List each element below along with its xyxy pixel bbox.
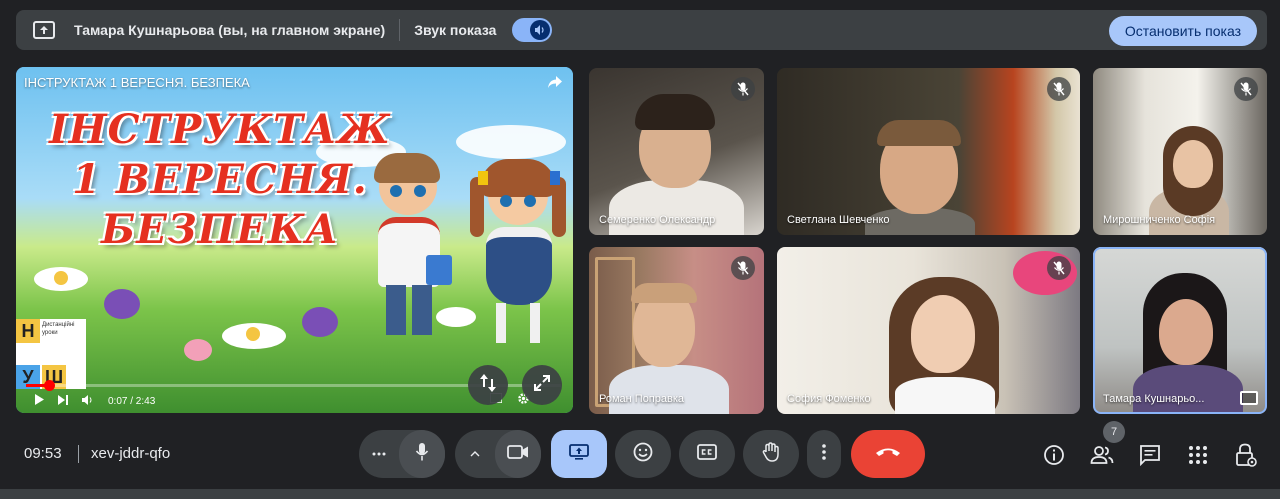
participant-name: Светлана Шевченко [787, 214, 890, 226]
participant-face [1173, 140, 1213, 188]
meeting-clock: 09:53 [24, 445, 62, 462]
emoji-button[interactable] [615, 430, 671, 478]
camera-button[interactable] [495, 430, 541, 478]
raise-hand-button[interactable] [743, 430, 799, 478]
flower-shape [436, 307, 476, 327]
mic-off-icon [731, 256, 755, 280]
participant-name: Роман Поправка [599, 393, 685, 405]
girl-illustration [470, 159, 568, 347]
video-controls: 0:07 / 2:43 [34, 394, 155, 408]
participant-hair [631, 283, 697, 303]
share-audio-toggle[interactable] [512, 18, 553, 42]
raise-hand-icon [762, 441, 780, 467]
present-button[interactable] [551, 430, 607, 478]
mic-off-icon [731, 77, 755, 101]
present-screen-icon [569, 443, 589, 465]
mic-off-icon [1234, 77, 1258, 101]
meeting-controls-bar: 09:53 xev-jddr-qfo 7 [0, 421, 1280, 485]
participant-hair [635, 94, 715, 130]
participant-name: Мирошниченко Софія [1103, 214, 1216, 226]
stop-presenting-button[interactable]: Остановить показ [1108, 16, 1257, 46]
presentation-tile[interactable]: ІНСТРУКТАЖ 1 ВЕРЕСНЯ. БЕЗПЕКА ІНСТРУКТАЖ… [16, 67, 573, 413]
meeting-code: xev-jddr-qfo [91, 445, 171, 462]
chat-icon[interactable] [1138, 443, 1162, 467]
host-controls-icon[interactable] [1234, 443, 1258, 467]
audio-options-button[interactable] [359, 452, 399, 456]
logo-letter: Н [16, 319, 40, 343]
slide-heading-line2: 1 ВЕРЕСНЯ. [72, 156, 368, 203]
participant-face [1159, 299, 1213, 365]
next-icon[interactable] [58, 394, 68, 408]
more-vert-icon [822, 443, 826, 465]
video-options-button[interactable] [455, 451, 495, 457]
expand-icon [533, 374, 551, 397]
participant-body [895, 377, 995, 414]
presentation-title: ІНСТРУКТАЖ 1 ВЕРЕСНЯ. БЕЗПЕКА [24, 75, 250, 90]
presenting-banner: Тамара Кушнарьова (вы, на главном экране… [16, 10, 1267, 50]
emoji-icon [633, 442, 653, 467]
cloud-shape [456, 125, 566, 159]
participant-body [1133, 365, 1243, 414]
participant-face [911, 295, 975, 373]
apps-grid-icon[interactable] [1186, 443, 1210, 467]
more-options-button[interactable] [807, 430, 841, 478]
present-to-all-icon [32, 20, 56, 40]
share-audio-label: Звук показа [414, 22, 497, 38]
logo-caption: Дистанційні уроки [42, 322, 75, 336]
fullscreen-button[interactable] [522, 365, 562, 405]
camera-control-group [455, 430, 541, 478]
participant-name: Семеренко Олександр [599, 214, 716, 226]
play-icon[interactable] [34, 394, 44, 408]
flower-shape [54, 271, 68, 285]
mic-off-icon [1047, 77, 1071, 101]
mic-icon [415, 442, 429, 467]
participant-body [609, 180, 744, 235]
slide-heading-line3: БЕЗПЕКА [101, 206, 339, 253]
flower-shape [184, 339, 212, 361]
camera-icon [507, 444, 529, 464]
meet-window: Тамара Кушнарьова (вы, на главном экране… [0, 0, 1280, 499]
info-icon[interactable] [1042, 443, 1066, 467]
participant-count-badge: 7 [1103, 421, 1125, 443]
flower-shape [246, 327, 260, 341]
mic-control-group [359, 430, 445, 478]
channel-logo: Н У Ш Дистанційні уроки [16, 319, 86, 389]
participant-tile-self[interactable]: Тамара Кушнарьо... [1093, 247, 1267, 414]
captions-button[interactable] [679, 430, 735, 478]
participant-tile[interactable]: Роман Поправка [589, 247, 764, 414]
captions-icon [697, 443, 717, 465]
clock-divider [78, 445, 79, 463]
share-arrow-icon[interactable] [547, 75, 563, 94]
people-icon[interactable] [1090, 443, 1114, 467]
volume-icon [530, 20, 551, 40]
leave-call-button[interactable] [851, 430, 925, 478]
bottom-strip [0, 489, 1280, 499]
flower-shape [104, 289, 140, 319]
presenter-label: Тамара Кушнарьова (вы, на главном экране… [74, 22, 386, 38]
participant-body [609, 365, 729, 414]
participant-tile[interactable]: Семеренко Олександр [589, 68, 764, 235]
banner-divider [399, 19, 401, 41]
participant-name: София Фоменко [787, 393, 871, 405]
participant-tile[interactable]: Светлана Шевченко [777, 68, 1080, 235]
video-scrubber-handle[interactable] [44, 380, 55, 391]
flower-shape [302, 307, 338, 337]
participant-tile[interactable]: Мирошниченко Софія [1093, 68, 1267, 235]
picture-in-picture-icon[interactable] [1240, 391, 1258, 405]
video-time: 0:07 / 2:43 [108, 395, 156, 407]
volume-icon[interactable] [82, 394, 94, 408]
swap-layout-button[interactable] [468, 365, 508, 405]
end-call-icon [875, 445, 901, 463]
participant-name: Тамара Кушнарьо... [1103, 393, 1205, 405]
participant-hair [877, 120, 961, 146]
swap-icon [479, 373, 497, 398]
slide-heading: ІНСТРУКТАЖ 1 ВЕРЕСНЯ. БЕЗПЕКА [30, 105, 410, 255]
participant-tile[interactable]: София Фоменко [777, 247, 1080, 414]
slide-heading-line1: ІНСТРУКТАЖ [49, 106, 391, 153]
mic-off-icon [1047, 256, 1071, 280]
mic-button[interactable] [399, 430, 445, 478]
